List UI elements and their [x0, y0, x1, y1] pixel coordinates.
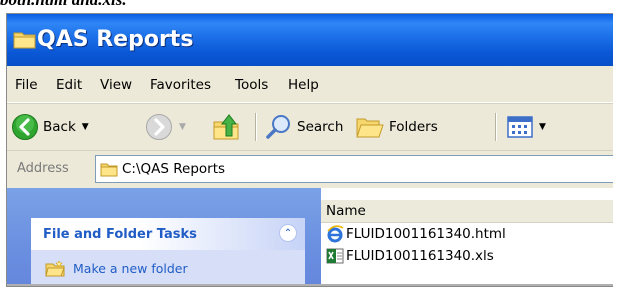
views-dropdown-icon[interactable]: ▼: [539, 122, 546, 132]
back-arrow-icon: [12, 114, 38, 140]
make-new-folder-link[interactable]: Make a new folder: [45, 260, 188, 277]
toolbar-separator: [255, 113, 257, 141]
address-bar: Address C:\QAS Reports: [7, 151, 613, 187]
views-icon: [507, 116, 533, 138]
menu-view[interactable]: View: [100, 77, 132, 93]
task-panel-title: File and Folder Tasks: [43, 227, 197, 242]
name-column-label: Name: [326, 203, 366, 219]
file-name: FLUID1001161340.xls: [346, 248, 494, 264]
address-label: Address: [17, 161, 69, 176]
forward-dropdown-icon: ▼: [179, 122, 186, 132]
search-button[interactable]: Search: [265, 110, 343, 144]
address-value: C:\QAS Reports: [122, 161, 226, 177]
forward-button[interactable]: ▼: [145, 110, 186, 144]
excel-file-icon: [326, 248, 344, 264]
back-button[interactable]: Back ▼: [11, 110, 89, 144]
menu-edit[interactable]: Edit: [56, 77, 82, 93]
task-pane: File and Folder Tasks ⌃ Make a new folde…: [7, 188, 321, 286]
title-bar[interactable]: QAS Reports: [7, 14, 613, 66]
toolbar: Back ▼ ▼ Search Folders ▼: [7, 103, 613, 151]
folders-label: Folders: [389, 119, 438, 135]
file-name: FLUID1001161340.html: [346, 226, 506, 242]
file-row-xls[interactable]: FLUID1001161340.xls: [326, 245, 494, 267]
file-row-html[interactable]: FLUID1001161340.html: [326, 223, 506, 245]
address-field[interactable]: C:\QAS Reports: [95, 155, 613, 183]
file-list: Name FLUID1001161340.html FLUID100116134…: [321, 188, 613, 286]
views-button[interactable]: ▼: [507, 110, 546, 144]
explorer-window: QAS Reports File Edit View Favorites Too…: [6, 13, 613, 287]
back-label: Back: [43, 119, 76, 135]
new-folder-icon: [45, 260, 65, 277]
name-column-header[interactable]: Name: [321, 200, 613, 223]
back-dropdown-icon[interactable]: ▼: [82, 122, 89, 132]
menu-tools[interactable]: Tools: [235, 77, 268, 93]
folder-icon: [100, 163, 118, 177]
window-border: [7, 284, 613, 286]
window-title: QAS Reports: [37, 27, 194, 52]
collapse-chevron-icon[interactable]: ⌃: [279, 224, 297, 242]
up-folder-icon: [213, 114, 239, 140]
menu-help[interactable]: Help: [288, 77, 319, 93]
folders-button[interactable]: Folders: [355, 110, 438, 144]
forward-arrow-icon: [146, 114, 172, 140]
up-folder-button[interactable]: [212, 110, 242, 144]
menu-bar: File Edit View Favorites Tools Help: [7, 66, 613, 103]
ie-html-file-icon: [327, 225, 344, 243]
file-folder-tasks-header[interactable]: File and Folder Tasks ⌃: [31, 218, 305, 250]
search-icon: [266, 115, 290, 139]
task-panel-body: Make a new folder: [31, 250, 305, 286]
toolbar-separator: [495, 113, 497, 141]
document-caption: both.html and.xls.: [0, 0, 127, 12]
menu-file[interactable]: File: [15, 77, 38, 93]
folders-icon: [356, 118, 384, 138]
menu-favorites[interactable]: Favorites: [150, 77, 211, 93]
search-label: Search: [297, 119, 344, 135]
folder-icon: [13, 32, 36, 49]
make-new-folder-label: Make a new folder: [73, 261, 188, 276]
